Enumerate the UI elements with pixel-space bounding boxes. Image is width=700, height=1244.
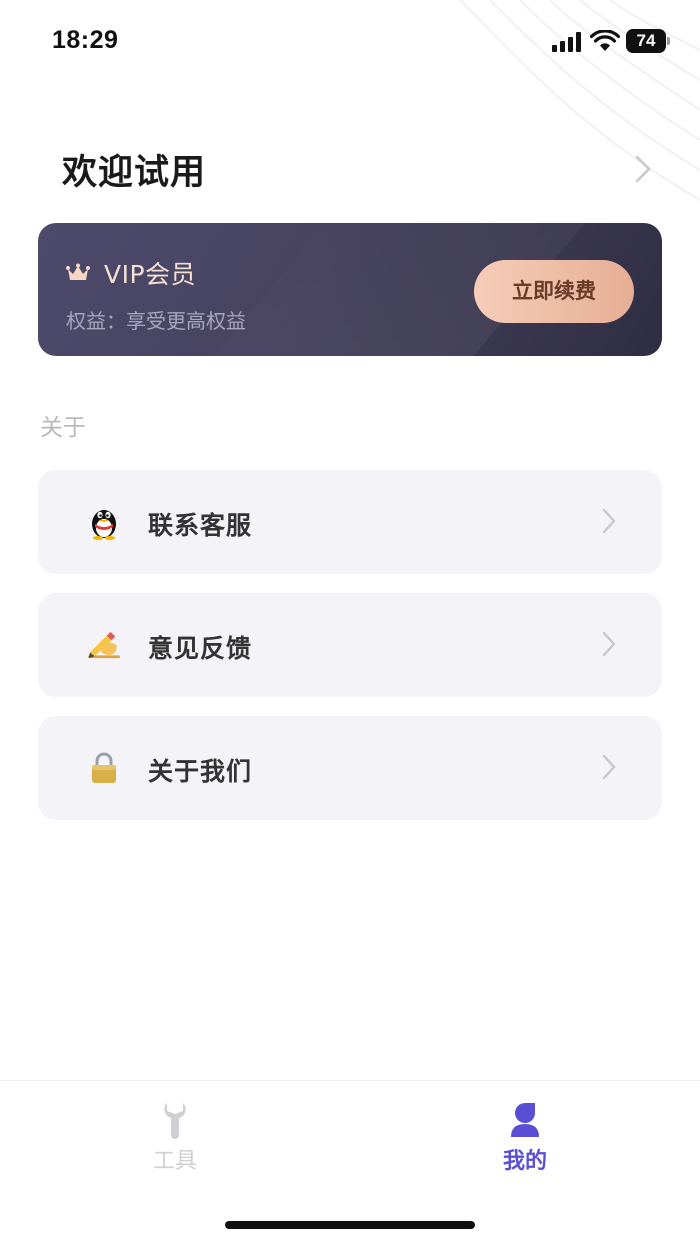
lock-icon bbox=[88, 750, 120, 786]
tab-mine[interactable]: 我的 bbox=[465, 1101, 585, 1181]
menu-item-label: 意见反馈 bbox=[148, 634, 253, 663]
penguin-icon bbox=[88, 504, 120, 540]
cellular-signal-icon bbox=[552, 32, 581, 52]
tab-bar: 工具 我的 bbox=[0, 1080, 700, 1244]
battery-icon: 74 bbox=[626, 29, 670, 53]
welcome-title: 欢迎试用 bbox=[62, 153, 207, 193]
tab-tools[interactable]: 工具 bbox=[115, 1101, 235, 1181]
menu-item-about-us[interactable]: 关于我们 bbox=[38, 716, 662, 820]
chevron-right-icon bbox=[602, 754, 616, 780]
section-label-about: 关于 bbox=[40, 415, 86, 441]
home-indicator bbox=[225, 1221, 475, 1229]
vip-benefit-text: 权益：享受更高权益 bbox=[66, 309, 246, 333]
vip-card: VIP会员 权益：享受更高权益 立即续费 bbox=[38, 223, 662, 356]
chevron-right-icon bbox=[602, 631, 616, 657]
crown-icon bbox=[66, 263, 90, 280]
profile-header[interactable]: 欢迎试用 bbox=[62, 140, 662, 196]
menu-item-label: 关于我们 bbox=[148, 757, 253, 786]
status-bar: 18:29 74 bbox=[0, 0, 700, 86]
person-icon bbox=[511, 1103, 539, 1137]
menu-item-label: 联系客服 bbox=[148, 511, 253, 540]
chevron-right-icon bbox=[635, 155, 651, 183]
wifi-icon bbox=[590, 30, 620, 51]
battery-level: 74 bbox=[626, 29, 666, 53]
renew-button[interactable]: 立即续费 bbox=[474, 260, 634, 323]
writing-hand-icon bbox=[88, 627, 120, 663]
status-time: 18:29 bbox=[52, 26, 119, 54]
tab-label: 工具 bbox=[152, 1149, 197, 1174]
menu-item-contact-support[interactable]: 联系客服 bbox=[38, 470, 662, 574]
menu-item-feedback[interactable]: 意见反馈 bbox=[38, 593, 662, 697]
tab-label: 我的 bbox=[502, 1149, 547, 1174]
chevron-right-icon bbox=[602, 508, 616, 534]
vip-title: VIP会员 bbox=[104, 260, 197, 289]
wrench-icon bbox=[164, 1103, 186, 1139]
